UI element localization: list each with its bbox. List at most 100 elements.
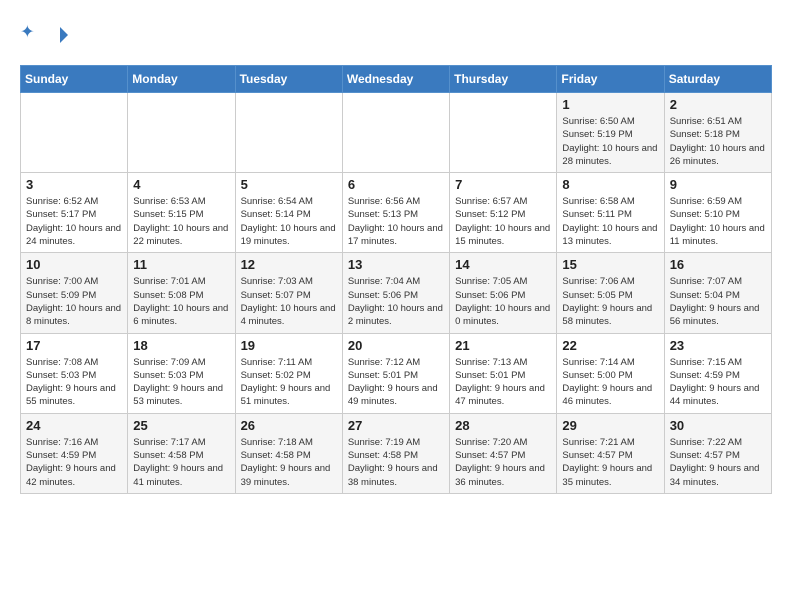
- cell-sun-info: Sunrise: 7:04 AM Sunset: 5:06 PM Dayligh…: [348, 275, 444, 328]
- calendar-header: SundayMondayTuesdayWednesdayThursdayFrid…: [21, 66, 772, 93]
- calendar-cell: 26Sunrise: 7:18 AM Sunset: 4:58 PM Dayli…: [235, 413, 342, 493]
- day-number: 10: [26, 257, 122, 272]
- day-number: 25: [133, 418, 229, 433]
- cell-sun-info: Sunrise: 6:58 AM Sunset: 5:11 PM Dayligh…: [562, 195, 658, 248]
- calendar-cell: 19 Sunrise: 7:11 AM Sunset: 5:02 PM Dayli…: [235, 333, 342, 413]
- calendar-cell: 30 Sunrise: 7:22 AM Sunset: 4:57 PM Dayli…: [664, 413, 771, 493]
- day-number: 12: [241, 257, 337, 272]
- day-number: 23: [670, 338, 766, 353]
- calendar-cell: [450, 93, 557, 173]
- calendar-body: 1 Sunrise: 6:50 AM Sunset: 5:19 PM Daylig…: [21, 93, 772, 494]
- header-row: SundayMondayTuesdayWednesdayThursdayFrid…: [21, 66, 772, 93]
- cell-sun-info: Sunrise: 7:12 AM Sunset: 5:01 PM Dayligh…: [348, 356, 444, 409]
- calendar-cell: 6 Sunrise: 6:56 AM Sunset: 5:13 PM Daylig…: [342, 173, 449, 253]
- calendar-cell: 8 Sunrise: 6:58 AM Sunset: 5:11 PM Daylig…: [557, 173, 664, 253]
- cell-sun-info: Sunrise: 7:21 AM Sunset: 4:57 PM Dayligh…: [562, 436, 658, 489]
- day-number: 22: [562, 338, 658, 353]
- cell-sun-info: Sunrise: 6:59 AM Sunset: 5:10 PM Dayligh…: [670, 195, 766, 248]
- cell-sun-info: Sunrise: 6:54 AM Sunset: 5:14 PM Dayligh…: [241, 195, 337, 248]
- calendar-cell: 11 Sunrise: 7:01 AM Sunset: 5:08 PM Dayli…: [128, 253, 235, 333]
- day-number: 7: [455, 177, 551, 192]
- svg-text:✦: ✦: [20, 22, 35, 42]
- day-number: 15: [562, 257, 658, 272]
- day-number: 17: [26, 338, 122, 353]
- day-number: 19: [241, 338, 337, 353]
- day-number: 11: [133, 257, 229, 272]
- cell-sun-info: Sunrise: 7:14 AM Sunset: 5:00 PM Dayligh…: [562, 356, 658, 409]
- calendar-cell: [128, 93, 235, 173]
- calendar-cell: 13 Sunrise: 7:04 AM Sunset: 5:06 PM Dayli…: [342, 253, 449, 333]
- day-number: 26: [241, 418, 337, 433]
- cell-sun-info: Sunrise: 7:20 AM Sunset: 4:57 PM Dayligh…: [455, 436, 551, 489]
- calendar-cell: [235, 93, 342, 173]
- page-header: ✦: [20, 20, 772, 49]
- cell-sun-info: Sunrise: 7:13 AM Sunset: 5:01 PM Dayligh…: [455, 356, 551, 409]
- calendar-cell: 7 Sunrise: 6:57 AM Sunset: 5:12 PM Daylig…: [450, 173, 557, 253]
- calendar-cell: 5Sunrise: 6:54 AM Sunset: 5:14 PM Daylig…: [235, 173, 342, 253]
- calendar-cell: 27 Sunrise: 7:19 AM Sunset: 4:58 PM Dayli…: [342, 413, 449, 493]
- day-number: 16: [670, 257, 766, 272]
- day-number: 6: [348, 177, 444, 192]
- cell-sun-info: Sunrise: 6:52 AM Sunset: 5:17 PM Dayligh…: [26, 195, 122, 248]
- day-number: 30: [670, 418, 766, 433]
- weekday-header: Thursday: [450, 66, 557, 93]
- cell-sun-info: Sunrise: 7:19 AM Sunset: 4:58 PM Dayligh…: [348, 436, 444, 489]
- calendar-cell: 24 Sunrise: 7:16 AM Sunset: 4:59 PM Dayli…: [21, 413, 128, 493]
- day-number: 8: [562, 177, 658, 192]
- day-number: 3: [26, 177, 122, 192]
- cell-sun-info: Sunrise: 7:05 AM Sunset: 5:06 PM Dayligh…: [455, 275, 551, 328]
- weekday-header: Tuesday: [235, 66, 342, 93]
- day-number: 2: [670, 97, 766, 112]
- calendar-cell: 15 Sunrise: 7:06 AM Sunset: 5:05 PM Dayli…: [557, 253, 664, 333]
- calendar-cell: 29 Sunrise: 7:21 AM Sunset: 4:57 PM Dayli…: [557, 413, 664, 493]
- calendar-cell: 25 Sunrise: 7:17 AM Sunset: 4:58 PM Dayli…: [128, 413, 235, 493]
- calendar-cell: 16 Sunrise: 7:07 AM Sunset: 5:04 PM Dayli…: [664, 253, 771, 333]
- calendar-cell: 21 Sunrise: 7:13 AM Sunset: 5:01 PM Dayli…: [450, 333, 557, 413]
- day-number: 9: [670, 177, 766, 192]
- calendar-cell: 1 Sunrise: 6:50 AM Sunset: 5:19 PM Daylig…: [557, 93, 664, 173]
- weekday-header: Monday: [128, 66, 235, 93]
- calendar-table: SundayMondayTuesdayWednesdayThursdayFrid…: [20, 65, 772, 494]
- day-number: 24: [26, 418, 122, 433]
- calendar-week-row: 10Sunrise: 7:00 AM Sunset: 5:09 PM Dayli…: [21, 253, 772, 333]
- cell-sun-info: Sunrise: 7:06 AM Sunset: 5:05 PM Dayligh…: [562, 275, 658, 328]
- logo: ✦: [20, 20, 71, 49]
- calendar-cell: 9 Sunrise: 6:59 AM Sunset: 5:10 PM Daylig…: [664, 173, 771, 253]
- weekday-header: Friday: [557, 66, 664, 93]
- cell-sun-info: Sunrise: 7:11 AM Sunset: 5:02 PM Dayligh…: [241, 356, 337, 409]
- cell-sun-info: Sunrise: 7:16 AM Sunset: 4:59 PM Dayligh…: [26, 436, 122, 489]
- cell-sun-info: Sunrise: 7:15 AM Sunset: 4:59 PM Dayligh…: [670, 356, 766, 409]
- cell-sun-info: Sunrise: 6:57 AM Sunset: 5:12 PM Dayligh…: [455, 195, 551, 248]
- cell-sun-info: Sunrise: 7:08 AM Sunset: 5:03 PM Dayligh…: [26, 356, 122, 409]
- day-number: 27: [348, 418, 444, 433]
- day-number: 18: [133, 338, 229, 353]
- day-number: 28: [455, 418, 551, 433]
- day-number: 29: [562, 418, 658, 433]
- cell-sun-info: Sunrise: 7:17 AM Sunset: 4:58 PM Dayligh…: [133, 436, 229, 489]
- calendar-week-row: 24 Sunrise: 7:16 AM Sunset: 4:59 PM Dayli…: [21, 413, 772, 493]
- cell-sun-info: Sunrise: 7:22 AM Sunset: 4:57 PM Dayligh…: [670, 436, 766, 489]
- day-number: 14: [455, 257, 551, 272]
- calendar-cell: 17 Sunrise: 7:08 AM Sunset: 5:03 PM Dayli…: [21, 333, 128, 413]
- calendar-cell: 20 Sunrise: 7:12 AM Sunset: 5:01 PM Dayli…: [342, 333, 449, 413]
- calendar-cell: 4 Sunrise: 6:53 AM Sunset: 5:15 PM Daylig…: [128, 173, 235, 253]
- day-number: 21: [455, 338, 551, 353]
- calendar-cell: 28 Sunrise: 7:20 AM Sunset: 4:57 PM Dayli…: [450, 413, 557, 493]
- day-number: 4: [133, 177, 229, 192]
- cell-sun-info: Sunrise: 6:50 AM Sunset: 5:19 PM Dayligh…: [562, 115, 658, 168]
- cell-sun-info: Sunrise: 6:56 AM Sunset: 5:13 PM Dayligh…: [348, 195, 444, 248]
- cell-sun-info: Sunrise: 6:51 AM Sunset: 5:18 PM Dayligh…: [670, 115, 766, 168]
- day-number: 13: [348, 257, 444, 272]
- calendar-cell: 12Sunrise: 7:03 AM Sunset: 5:07 PM Dayli…: [235, 253, 342, 333]
- day-number: 1: [562, 97, 658, 112]
- weekday-header: Saturday: [664, 66, 771, 93]
- calendar-cell: 22 Sunrise: 7:14 AM Sunset: 5:00 PM Dayli…: [557, 333, 664, 413]
- day-number: 20: [348, 338, 444, 353]
- calendar-week-row: 1 Sunrise: 6:50 AM Sunset: 5:19 PM Daylig…: [21, 93, 772, 173]
- cell-sun-info: Sunrise: 6:53 AM Sunset: 5:15 PM Dayligh…: [133, 195, 229, 248]
- calendar-cell: 18 Sunrise: 7:09 AM Sunset: 5:03 PM Dayli…: [128, 333, 235, 413]
- calendar-cell: 23 Sunrise: 7:15 AM Sunset: 4:59 PM Dayli…: [664, 333, 771, 413]
- cell-sun-info: Sunrise: 7:09 AM Sunset: 5:03 PM Dayligh…: [133, 356, 229, 409]
- cell-sun-info: Sunrise: 7:01 AM Sunset: 5:08 PM Dayligh…: [133, 275, 229, 328]
- cell-sun-info: Sunrise: 7:07 AM Sunset: 5:04 PM Dayligh…: [670, 275, 766, 328]
